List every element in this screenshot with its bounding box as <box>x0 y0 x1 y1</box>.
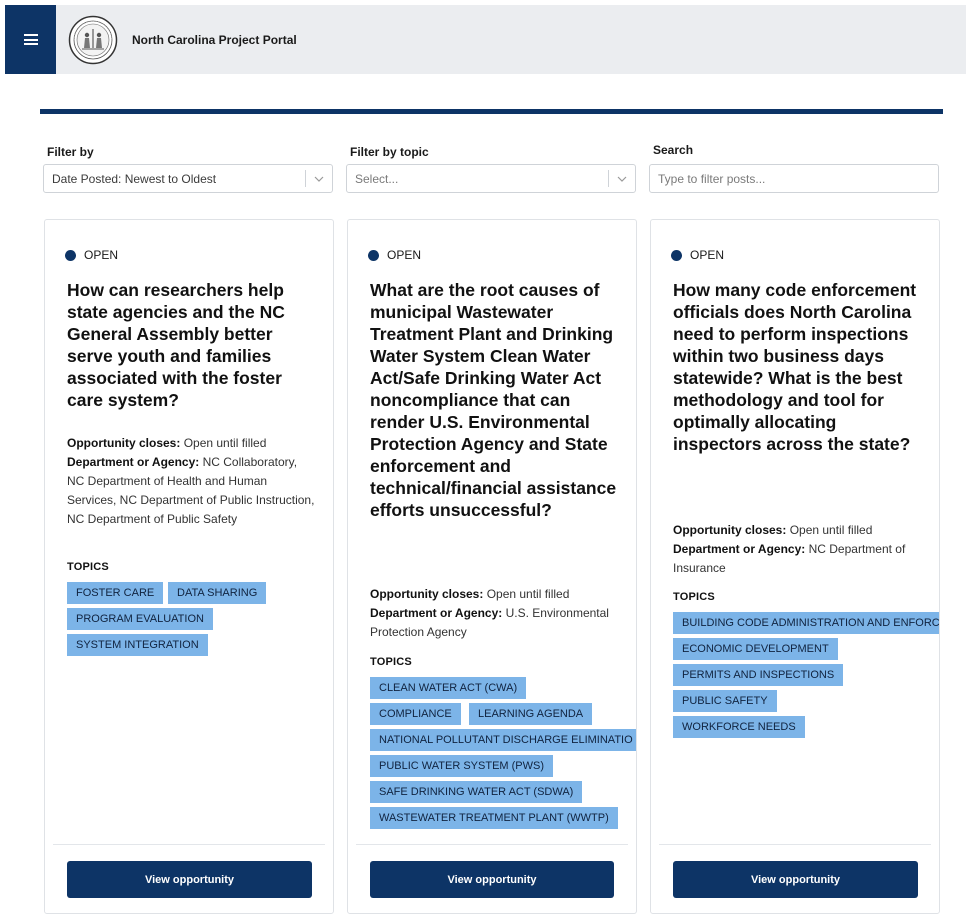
closes-value: Open until filled <box>789 523 873 537</box>
sort-select-value: Date Posted: Newest to Oldest <box>52 171 217 186</box>
topic-tag[interactable]: PUBLIC SAFETY <box>673 690 777 712</box>
opportunity-card: OPEN How can researchers help state agen… <box>44 219 334 914</box>
closes-row: Opportunity closes: Open until filled <box>370 585 620 604</box>
status-text: OPEN <box>690 248 725 262</box>
chevron-down-icon[interactable] <box>306 176 332 182</box>
search-input[interactable] <box>649 164 939 193</box>
topic-tag[interactable]: FOSTER CARE <box>67 582 164 604</box>
closes-value: Open until filled <box>486 587 570 601</box>
filter-by-label: Filter by <box>47 145 94 159</box>
topic-tag[interactable]: PUBLIC WATER SYSTEM (PWS) <box>370 755 554 777</box>
card-divider <box>356 844 628 845</box>
topic-tag[interactable]: CLEAN WATER ACT (CWA) <box>370 677 527 699</box>
opportunity-card: OPEN How many code enforcement officials… <box>650 219 940 914</box>
status-text: OPEN <box>387 248 422 262</box>
dept-row: Department or Agency: NC Collaboratory, … <box>67 453 317 529</box>
topic-tag[interactable]: WASTEWATER TREATMENT PLANT (WWTP) <box>370 807 618 829</box>
nc-state-seal-icon <box>68 15 118 64</box>
card-title: How can researchers help state agencies … <box>67 280 285 410</box>
topic-tag[interactable]: SYSTEM INTEGRATION <box>67 634 208 656</box>
card-meta: Opportunity closes: Open until filled De… <box>673 521 913 578</box>
topic-tag[interactable]: PERMITS AND INSPECTIONS <box>673 664 844 686</box>
topic-tag[interactable]: SAFE DRINKING WATER ACT (SDWA) <box>370 781 583 803</box>
topic-filter-group: Filter by topic Select... <box>346 145 636 193</box>
closes-row: Opportunity closes: Open until filled <box>673 521 913 540</box>
portal-title: North Carolina Project Portal <box>132 32 297 47</box>
closes-label: Opportunity closes: <box>67 436 181 450</box>
search-label: Search <box>653 143 694 157</box>
status-text: OPEN <box>84 248 119 262</box>
topic-tag[interactable]: NATIONAL POLLUTANT DISCHARGE ELIMINATIO <box>370 729 636 751</box>
status-dot-icon <box>671 249 682 261</box>
view-opportunity-button[interactable]: View opportunity <box>67 861 312 898</box>
status-dot-icon <box>65 249 76 261</box>
card-title: What are the root causes of municipal Wa… <box>370 280 617 520</box>
topic-tag[interactable]: LEARNING AGENDA <box>469 703 593 725</box>
dept-row: Department or Agency: U.S. Environmental… <box>370 604 620 642</box>
topic-tag[interactable]: COMPLIANCE <box>370 703 461 725</box>
topics-label: TOPICS <box>67 561 109 573</box>
topics-label: TOPICS <box>370 656 412 668</box>
card-meta: Opportunity closes: Open until filled De… <box>370 585 620 642</box>
topic-tag[interactable]: DATA SHARING <box>168 582 267 604</box>
topic-tag[interactable]: ECONOMIC DEVELOPMENT <box>673 638 838 660</box>
closes-label: Opportunity closes: <box>370 587 484 601</box>
topic-tag[interactable]: WORKFORCE NEEDS <box>673 716 805 738</box>
sort-select[interactable]: Date Posted: Newest to Oldest <box>43 164 333 193</box>
closes-label: Opportunity closes: <box>673 523 787 537</box>
card-divider <box>53 844 325 845</box>
dept-label: Department or Agency: <box>370 606 503 620</box>
dept-label: Department or Agency: <box>673 542 806 556</box>
topic-tag[interactable]: BUILDING CODE ADMINISTRATION AND ENFORC <box>673 612 939 634</box>
hamburger-menu-icon <box>23 34 38 45</box>
status-dot-icon <box>368 249 379 261</box>
site-header: North Carolina Project Portal <box>5 5 966 74</box>
topic-select-placeholder: Select... <box>355 171 399 186</box>
dept-label: Department or Agency: <box>67 455 200 469</box>
search-group: Search <box>649 143 939 193</box>
closes-value: Open until filled <box>183 436 267 450</box>
card-meta: Opportunity closes: Open until filled De… <box>67 434 317 529</box>
card-title: How many code enforcement officials does… <box>673 280 917 454</box>
card-divider <box>659 844 931 845</box>
topic-select[interactable]: Select... <box>346 164 636 193</box>
header-divider <box>40 109 943 114</box>
topic-tag[interactable]: PROGRAM EVALUATION <box>67 608 213 630</box>
status-badge: OPEN <box>65 248 118 262</box>
view-opportunity-button[interactable]: View opportunity <box>370 861 614 898</box>
opportunity-card: OPEN What are the root causes of municip… <box>347 219 637 914</box>
topic-filter-label: Filter by topic <box>350 145 429 159</box>
topics-label: TOPICS <box>673 591 715 603</box>
menu-button[interactable] <box>5 5 56 74</box>
dept-row: Department or Agency: NC Department of I… <box>673 540 913 578</box>
filter-by-group: Filter by Date Posted: Newest to Oldest <box>43 145 333 193</box>
view-opportunity-button[interactable]: View opportunity <box>673 861 918 898</box>
chevron-down-icon[interactable] <box>609 176 635 182</box>
status-badge: OPEN <box>671 248 724 262</box>
status-badge: OPEN <box>368 248 421 262</box>
closes-row: Opportunity closes: Open until filled <box>67 434 317 453</box>
